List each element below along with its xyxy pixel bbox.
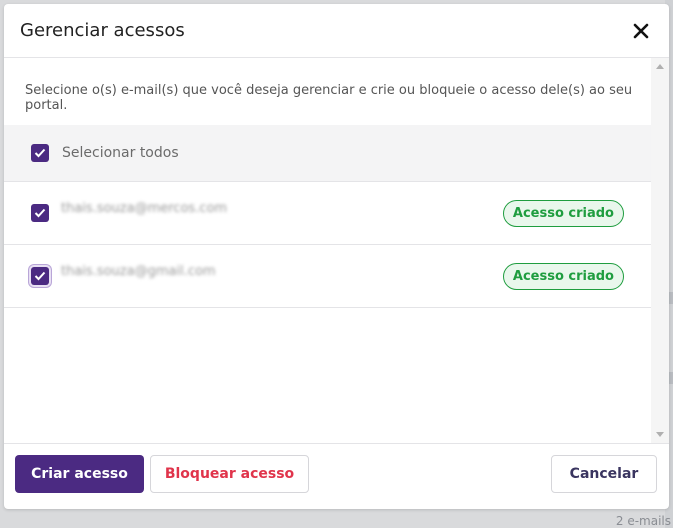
modal-title: Gerenciar acessos xyxy=(20,20,185,41)
select-all-label: Selecionar todos xyxy=(62,145,179,161)
email-row[interactable]: thais.souza@gmail.com Acesso criado xyxy=(4,245,651,308)
scrollbar[interactable] xyxy=(651,58,669,443)
close-button[interactable] xyxy=(629,19,653,43)
backdrop-count-text: 2 e-mails xyxy=(615,514,671,528)
intro-text: Selecione o(s) e-mail(s) que você deseja… xyxy=(25,83,633,113)
email-address: thais.souza@gmail.com xyxy=(61,263,216,279)
modal-footer: Criar acesso Bloquear acesso Cancelar xyxy=(4,443,669,509)
scroll-up-icon[interactable] xyxy=(656,64,664,69)
checkmark-icon xyxy=(34,148,46,158)
checkmark-icon xyxy=(34,208,46,218)
status-badge: Acesso criado xyxy=(502,262,624,290)
email-row[interactable]: thais.souza@mercos.com Acesso criado xyxy=(4,182,651,245)
close-icon xyxy=(633,23,649,38)
email-address: thais.souza@mercos.com xyxy=(61,200,228,216)
block-access-button[interactable]: Bloquear acesso xyxy=(150,455,309,493)
modal-header: Gerenciar acessos xyxy=(4,4,669,58)
email-checkbox[interactable] xyxy=(31,267,49,285)
modal-body[interactable]: Selecione o(s) e-mail(s) que você deseja… xyxy=(4,58,669,443)
checkmark-icon xyxy=(34,271,46,281)
select-all-row[interactable]: Selecionar todos xyxy=(4,125,651,182)
create-access-button[interactable]: Criar acesso xyxy=(15,455,144,493)
cancel-button[interactable]: Cancelar xyxy=(551,455,657,493)
status-badge: Acesso criado xyxy=(502,199,624,227)
email-checkbox[interactable] xyxy=(31,204,49,222)
manage-access-modal: Gerenciar acessos Selecione o(s) e-mail(… xyxy=(4,4,669,509)
select-all-checkbox[interactable] xyxy=(31,144,49,162)
scroll-down-icon[interactable] xyxy=(656,432,664,437)
